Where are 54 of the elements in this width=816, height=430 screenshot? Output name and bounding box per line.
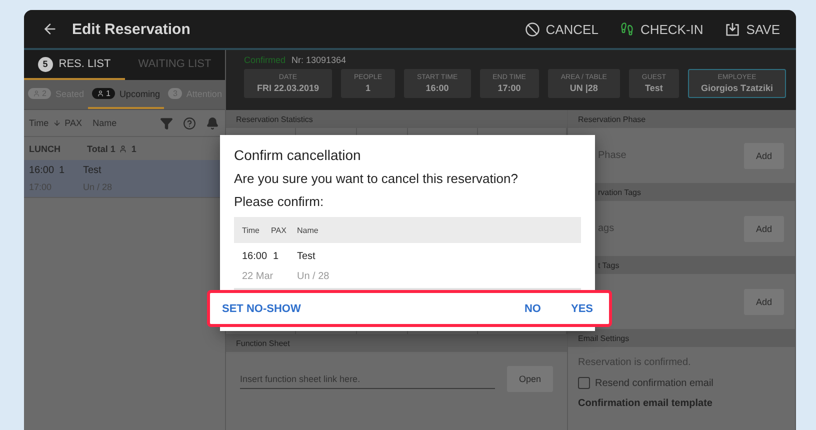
reservation-time: 16:00 bbox=[29, 165, 53, 176]
bell-icon[interactable] bbox=[206, 116, 219, 130]
count-badge: 5 bbox=[38, 56, 53, 72]
reservation-pax: 1 bbox=[58, 165, 66, 176]
list-tab[interactable]: WAITING LIST bbox=[124, 50, 225, 80]
add-button[interactable]: Add bbox=[744, 216, 784, 242]
save-icon bbox=[725, 22, 740, 36]
count-badge: 1 bbox=[92, 88, 116, 99]
column-header: PAX bbox=[64, 118, 84, 128]
add-button[interactable]: Add bbox=[744, 142, 784, 168]
add-button[interactable]: Add bbox=[744, 288, 784, 314]
column-header: Name bbox=[92, 118, 118, 128]
column-header: Time bbox=[242, 226, 260, 234]
table-cell-text: 16:00 bbox=[242, 251, 268, 262]
section-header: Email Settings bbox=[568, 329, 795, 347]
sort-arrow-icon bbox=[52, 119, 61, 127]
footprints-icon bbox=[620, 22, 634, 36]
column-header: Time bbox=[29, 118, 49, 128]
checkbox-label: Resend confirmation email bbox=[595, 378, 714, 388]
help-icon[interactable] bbox=[183, 116, 196, 130]
dialog-action-button[interactable]: YES bbox=[562, 298, 601, 318]
reservation-number: Nr: 13091364 bbox=[292, 55, 346, 65]
template-label: Confirmation email template bbox=[578, 398, 714, 409]
table-cell: Un / 28 bbox=[297, 271, 330, 282]
filter-tab[interactable]: 1 Upcoming bbox=[88, 80, 164, 109]
column-header: PAX bbox=[271, 226, 288, 234]
reservation-name: Test bbox=[83, 165, 102, 176]
checkbox[interactable] bbox=[578, 377, 590, 389]
table-cell-text: 1 bbox=[273, 251, 280, 262]
checkin-button[interactable]: CHECK-IN bbox=[616, 22, 708, 36]
dialog-action-button[interactable]: NO bbox=[516, 298, 549, 318]
section-header: Function Sheet bbox=[226, 334, 567, 352]
table-cell-text: 22 Mar bbox=[242, 271, 274, 282]
back-button[interactable] bbox=[42, 21, 58, 37]
dialog-message: Are you sure you want to cancel this reservation? bbox=[234, 171, 519, 186]
guest-count: 1 bbox=[131, 144, 136, 154]
cancel-button[interactable]: CANCEL bbox=[520, 22, 602, 36]
filter-icon[interactable] bbox=[160, 116, 173, 130]
section-header: Reservation Statistics bbox=[226, 110, 567, 128]
page-title: Edit Reservation bbox=[72, 20, 192, 38]
save-button[interactable]: SAVE bbox=[721, 22, 784, 36]
group-total: Total 1 bbox=[87, 144, 116, 154]
cancel-icon bbox=[524, 22, 540, 36]
group-name: LUNCH bbox=[29, 144, 62, 154]
link-input-field[interactable]: Insert function sheet link here. bbox=[240, 370, 495, 388]
dialog-action-button[interactable]: SET NO-SHOW bbox=[214, 298, 309, 318]
open-button[interactable]: Open bbox=[506, 366, 553, 392]
column-header: Name bbox=[297, 226, 318, 234]
status-label: Confirmed bbox=[244, 55, 286, 65]
person-icon bbox=[119, 144, 128, 152]
dialog-prompt: Please confirm: bbox=[234, 194, 325, 209]
dialog-title: Confirm cancellation bbox=[234, 147, 362, 163]
section-header: Reservation Phase bbox=[568, 110, 795, 128]
table-cell: Test bbox=[297, 251, 316, 262]
